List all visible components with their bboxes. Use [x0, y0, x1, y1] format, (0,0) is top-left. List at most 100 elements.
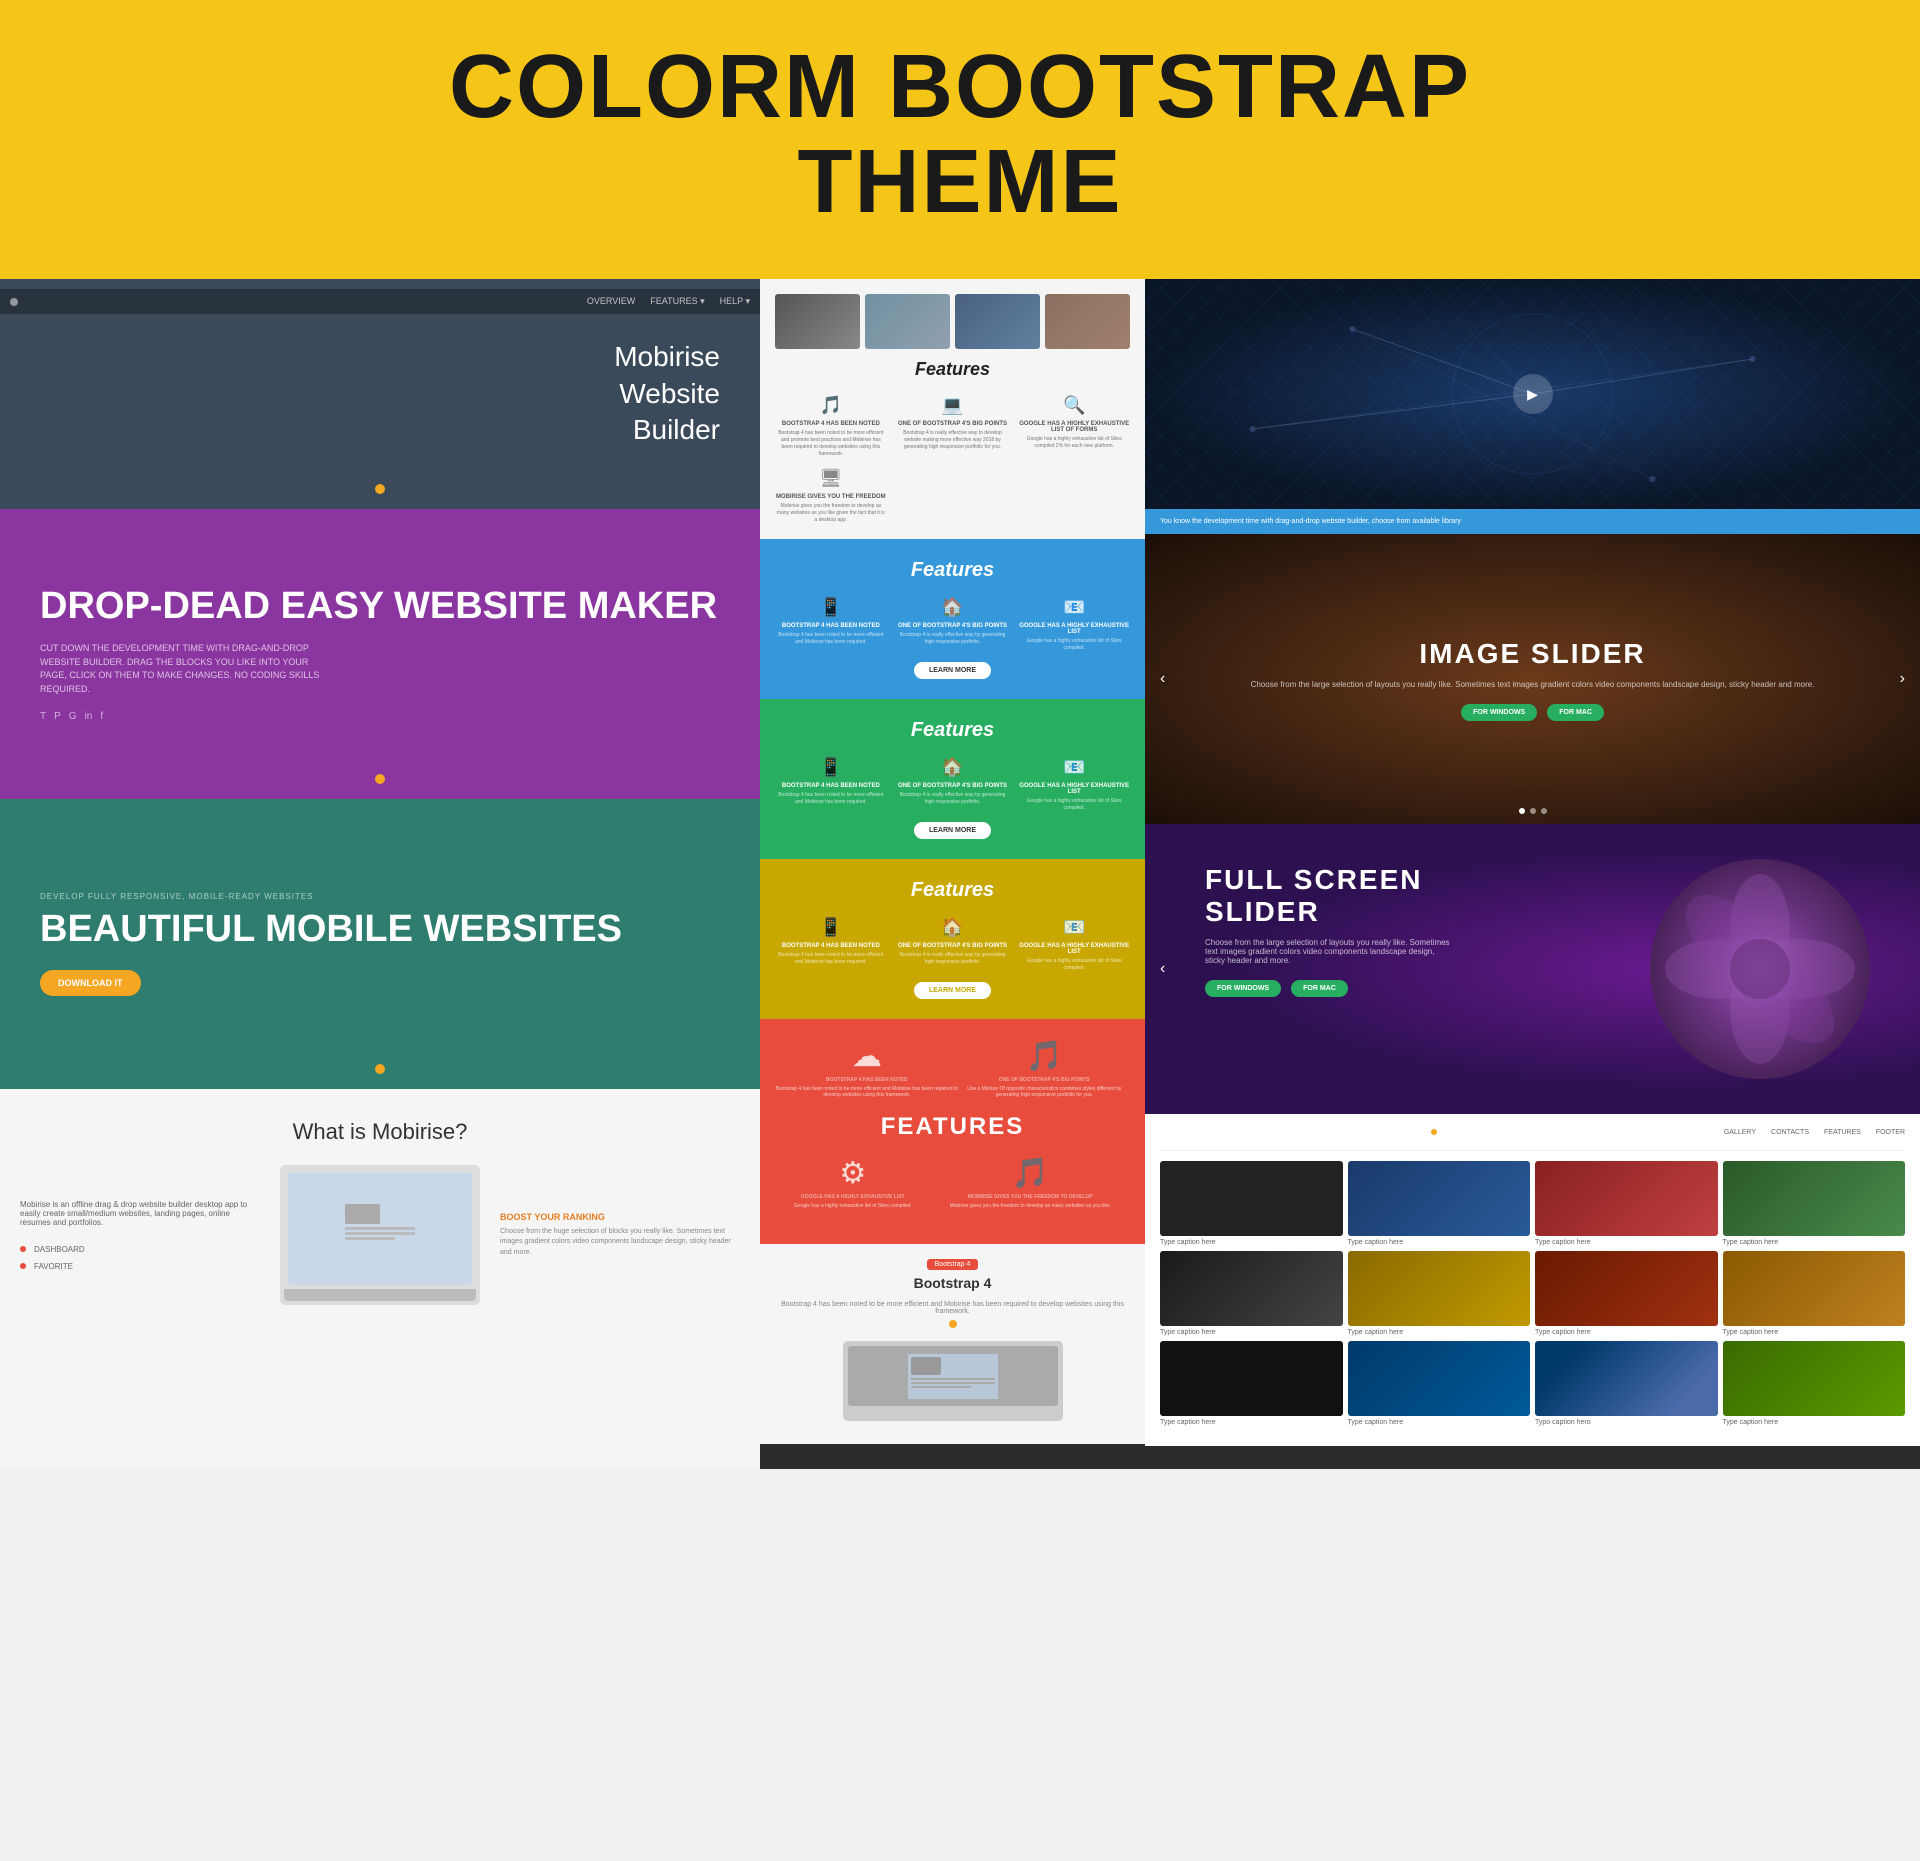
- fullscreen-arrow-left[interactable]: ‹: [1160, 960, 1165, 978]
- gallery-thumb-8[interactable]: [1723, 1251, 1906, 1326]
- fullscreen-buttons: FOR WINDOWS FOR MAC: [1205, 980, 1860, 997]
- feature-heading-3: GOOGLE HAS A HIGHLY EXHAUSTIVE LIST OF F…: [1018, 421, 1130, 433]
- gallery-item-12: Type caption here: [1723, 1341, 1906, 1426]
- middle-column: Features 🎵 BOOTSTRAP 4 HAS BEEN NOTED Bo…: [760, 279, 1145, 1469]
- features-blue-title: Features: [775, 559, 1130, 582]
- gallery-thumb-3[interactable]: [1535, 1161, 1718, 1236]
- gallery-nav-footer[interactable]: FOOTER: [1876, 1129, 1905, 1140]
- gallery-thumb-4[interactable]: [1723, 1161, 1906, 1236]
- purple-section: DROP-DEAD EASY WEBSITE MAKER CUT DOWN TH…: [0, 509, 760, 799]
- features-yellow-section: Features 📱 BOOTSTRAP 4 HAS BEEN NOTED Bo…: [760, 859, 1145, 1019]
- screen-content-svg: [340, 1199, 420, 1259]
- what-description: Mobirise is an offline drag & drop websi…: [20, 1200, 260, 1227]
- purple-description: CUT DOWN THE DEVELOPMENT TIME WITH DRAG-…: [40, 642, 320, 696]
- slider-dot-3[interactable]: [1541, 808, 1547, 814]
- feature-heading-4: MOBIRISE GIVES YOU THE FREEDOM: [775, 494, 887, 500]
- red-heading-3: GOOGLE HAS A HIGHLY EXHAUSTIVE LIST: [794, 1194, 912, 1200]
- note-icon: 🎵: [950, 1156, 1111, 1191]
- gallery-item-7: Type caption here: [1535, 1251, 1718, 1336]
- blue-hero-section: ▶: [1145, 279, 1920, 509]
- play-button[interactable]: ▶: [1513, 374, 1553, 414]
- what-content: Mobirise is an offline drag & drop websi…: [20, 1165, 740, 1305]
- what-left: Mobirise is an offline drag & drop websi…: [20, 1200, 260, 1271]
- gallery-caption-1: Type caption here: [1160, 1239, 1343, 1246]
- gallery-item-4: Type caption here: [1723, 1161, 1906, 1246]
- linkedin-icon[interactable]: in: [85, 711, 93, 722]
- slider-mac-btn[interactable]: FOR MAC: [1547, 704, 1604, 721]
- slider-windows-btn[interactable]: FOR WINDOWS: [1461, 704, 1537, 721]
- feature-icon-3: 🔍: [1018, 395, 1130, 416]
- slider-arrow-right[interactable]: ›: [1900, 670, 1905, 688]
- slider-arrow-left[interactable]: ‹: [1160, 670, 1165, 688]
- gallery-thumb-6[interactable]: [1348, 1251, 1531, 1326]
- red-icon-1: ☁ BOOTSTRAP 4 HAS BEEN NOTED Bootstrap 4…: [775, 1039, 959, 1098]
- gallery-caption-4: Type caption here: [1723, 1239, 1906, 1246]
- left-column: OVERVIEW FEATURES ▾ HELP ▾ MobiriseWebsi…: [0, 279, 760, 1469]
- gallery-nav-contacts[interactable]: CONTACTS: [1771, 1129, 1809, 1140]
- gallery-thumb-5[interactable]: [1160, 1251, 1343, 1326]
- pinterest-icon[interactable]: P: [54, 711, 61, 722]
- gallery-caption-8: Type caption here: [1723, 1329, 1906, 1336]
- learn-more-btn-green[interactable]: LEARN MORE: [914, 822, 991, 839]
- gallery-caption-9: Type caption here: [1160, 1419, 1343, 1426]
- google-icon[interactable]: G: [69, 711, 77, 722]
- green-feature-3: 📧 GOOGLE HAS A HIGHLY EXHAUSTIVE LIST Go…: [1018, 757, 1130, 812]
- fullscreen-windows-btn[interactable]: FOR WINDOWS: [1205, 980, 1281, 997]
- header: COLORM BOOTSTRAP THEME: [0, 0, 1920, 279]
- gallery-caption-12: Type caption here: [1723, 1419, 1906, 1426]
- blue-text-3: Google has a highly exhaustive list of S…: [1018, 638, 1130, 652]
- gallery-nav-gallery[interactable]: GALLERY: [1724, 1129, 1756, 1140]
- what-item-1: DASHBOARD: [20, 1245, 260, 1254]
- gallery-thumb-12[interactable]: [1723, 1341, 1906, 1416]
- image-slider-section: ‹ IMAGE SLIDER Choose from the large sel…: [1145, 534, 1920, 824]
- red-icons-top: ☁ BOOTSTRAP 4 HAS BEEN NOTED Bootstrap 4…: [775, 1039, 1130, 1098]
- boost-title: BOOST YOUR RANKING: [500, 1212, 740, 1222]
- learn-more-btn-blue[interactable]: LEARN MORE: [914, 662, 991, 679]
- gallery-thumb-1[interactable]: [1160, 1161, 1343, 1236]
- purple-title: DROP-DEAD EASY WEBSITE MAKER: [40, 586, 720, 628]
- gallery-row-2: Type caption here Type caption here Type…: [1160, 1251, 1905, 1336]
- learn-more-btn-yellow[interactable]: LEARN MORE: [914, 982, 991, 999]
- download-button[interactable]: DOWNLOAD IT: [40, 970, 141, 996]
- red-heading-2: ONE OF BOOTSTRAP 4'S BIG POINTS: [959, 1077, 1130, 1083]
- yellow-text-1: Bootstrap 4 has been noted to be more ef…: [775, 952, 887, 966]
- nav-features[interactable]: FEATURES ▾: [650, 296, 704, 307]
- gear-icon: ⚙: [794, 1156, 912, 1191]
- slider-dot-1[interactable]: [1519, 808, 1525, 814]
- red-heading-4: MOBIRISE GIVES YOU THE FREEDOM TO DEVELO…: [950, 1194, 1111, 1200]
- slider-title: IMAGE SLIDER: [1205, 638, 1860, 670]
- gallery-thumb-2[interactable]: [1348, 1161, 1531, 1236]
- yellow-feature-2: 🏠 ONE OF BOOTSTRAP 4'S BIG POINTS Bootst…: [897, 917, 1009, 972]
- mobirise-title: MobiriseWebsiteBuilder: [614, 339, 720, 448]
- blue-text-1: Bootstrap 4 has been noted to be more ef…: [775, 632, 887, 646]
- gallery-thumb-10[interactable]: [1348, 1341, 1531, 1416]
- orange-dot-3: [375, 1064, 385, 1074]
- teal-subtitle: DEVELOP FULLY RESPONSIVE, MOBILE-READY W…: [40, 892, 720, 901]
- gallery-item-8: Type caption here: [1723, 1251, 1906, 1336]
- feat-img-4: [1045, 294, 1130, 349]
- twitter-icon[interactable]: T: [40, 711, 46, 722]
- green-icon-3: 📧: [1018, 757, 1130, 778]
- features-red-title: FEATURES: [775, 1113, 1130, 1141]
- blue-feature-2: 🏠 ONE OF BOOTSTRAP 4'S BIG POINTS Bootst…: [897, 597, 1009, 652]
- item-dashboard: DASHBOARD: [34, 1245, 85, 1254]
- gallery-thumb-11[interactable]: [1535, 1341, 1718, 1416]
- facebook-icon[interactable]: f: [100, 711, 103, 722]
- feature-icon-2: 💻: [897, 395, 1009, 416]
- fullscreen-mac-btn[interactable]: FOR MAC: [1291, 980, 1348, 997]
- main-content: OVERVIEW FEATURES ▾ HELP ▾ MobiriseWebsi…: [0, 279, 1920, 1469]
- slider-description: Choose from the large selection of layou…: [1205, 680, 1860, 689]
- slider-dot-2[interactable]: [1530, 808, 1536, 814]
- feature-text-2: Bootstrap 4 is really effective way to d…: [897, 430, 1009, 451]
- what-title: What is Mobirise?: [293, 1119, 468, 1145]
- red-icon-3: ⚙ GOOGLE HAS A HIGHLY EXHAUSTIVE LIST Go…: [794, 1156, 912, 1209]
- nav-overview[interactable]: OVERVIEW: [587, 296, 635, 307]
- gallery-thumb-7[interactable]: [1535, 1251, 1718, 1326]
- gallery-nav-features[interactable]: FEATURES: [1824, 1129, 1861, 1140]
- blue-heading-1: BOOTSTRAP 4 HAS BEEN NOTED: [775, 623, 887, 629]
- gallery-item-10: Type caption here: [1348, 1341, 1531, 1426]
- nav-help[interactable]: HELP ▾: [720, 296, 750, 307]
- gallery-item-3: Type caption here: [1535, 1161, 1718, 1246]
- laptop-screen: [288, 1173, 472, 1285]
- gallery-thumb-9[interactable]: [1160, 1341, 1343, 1416]
